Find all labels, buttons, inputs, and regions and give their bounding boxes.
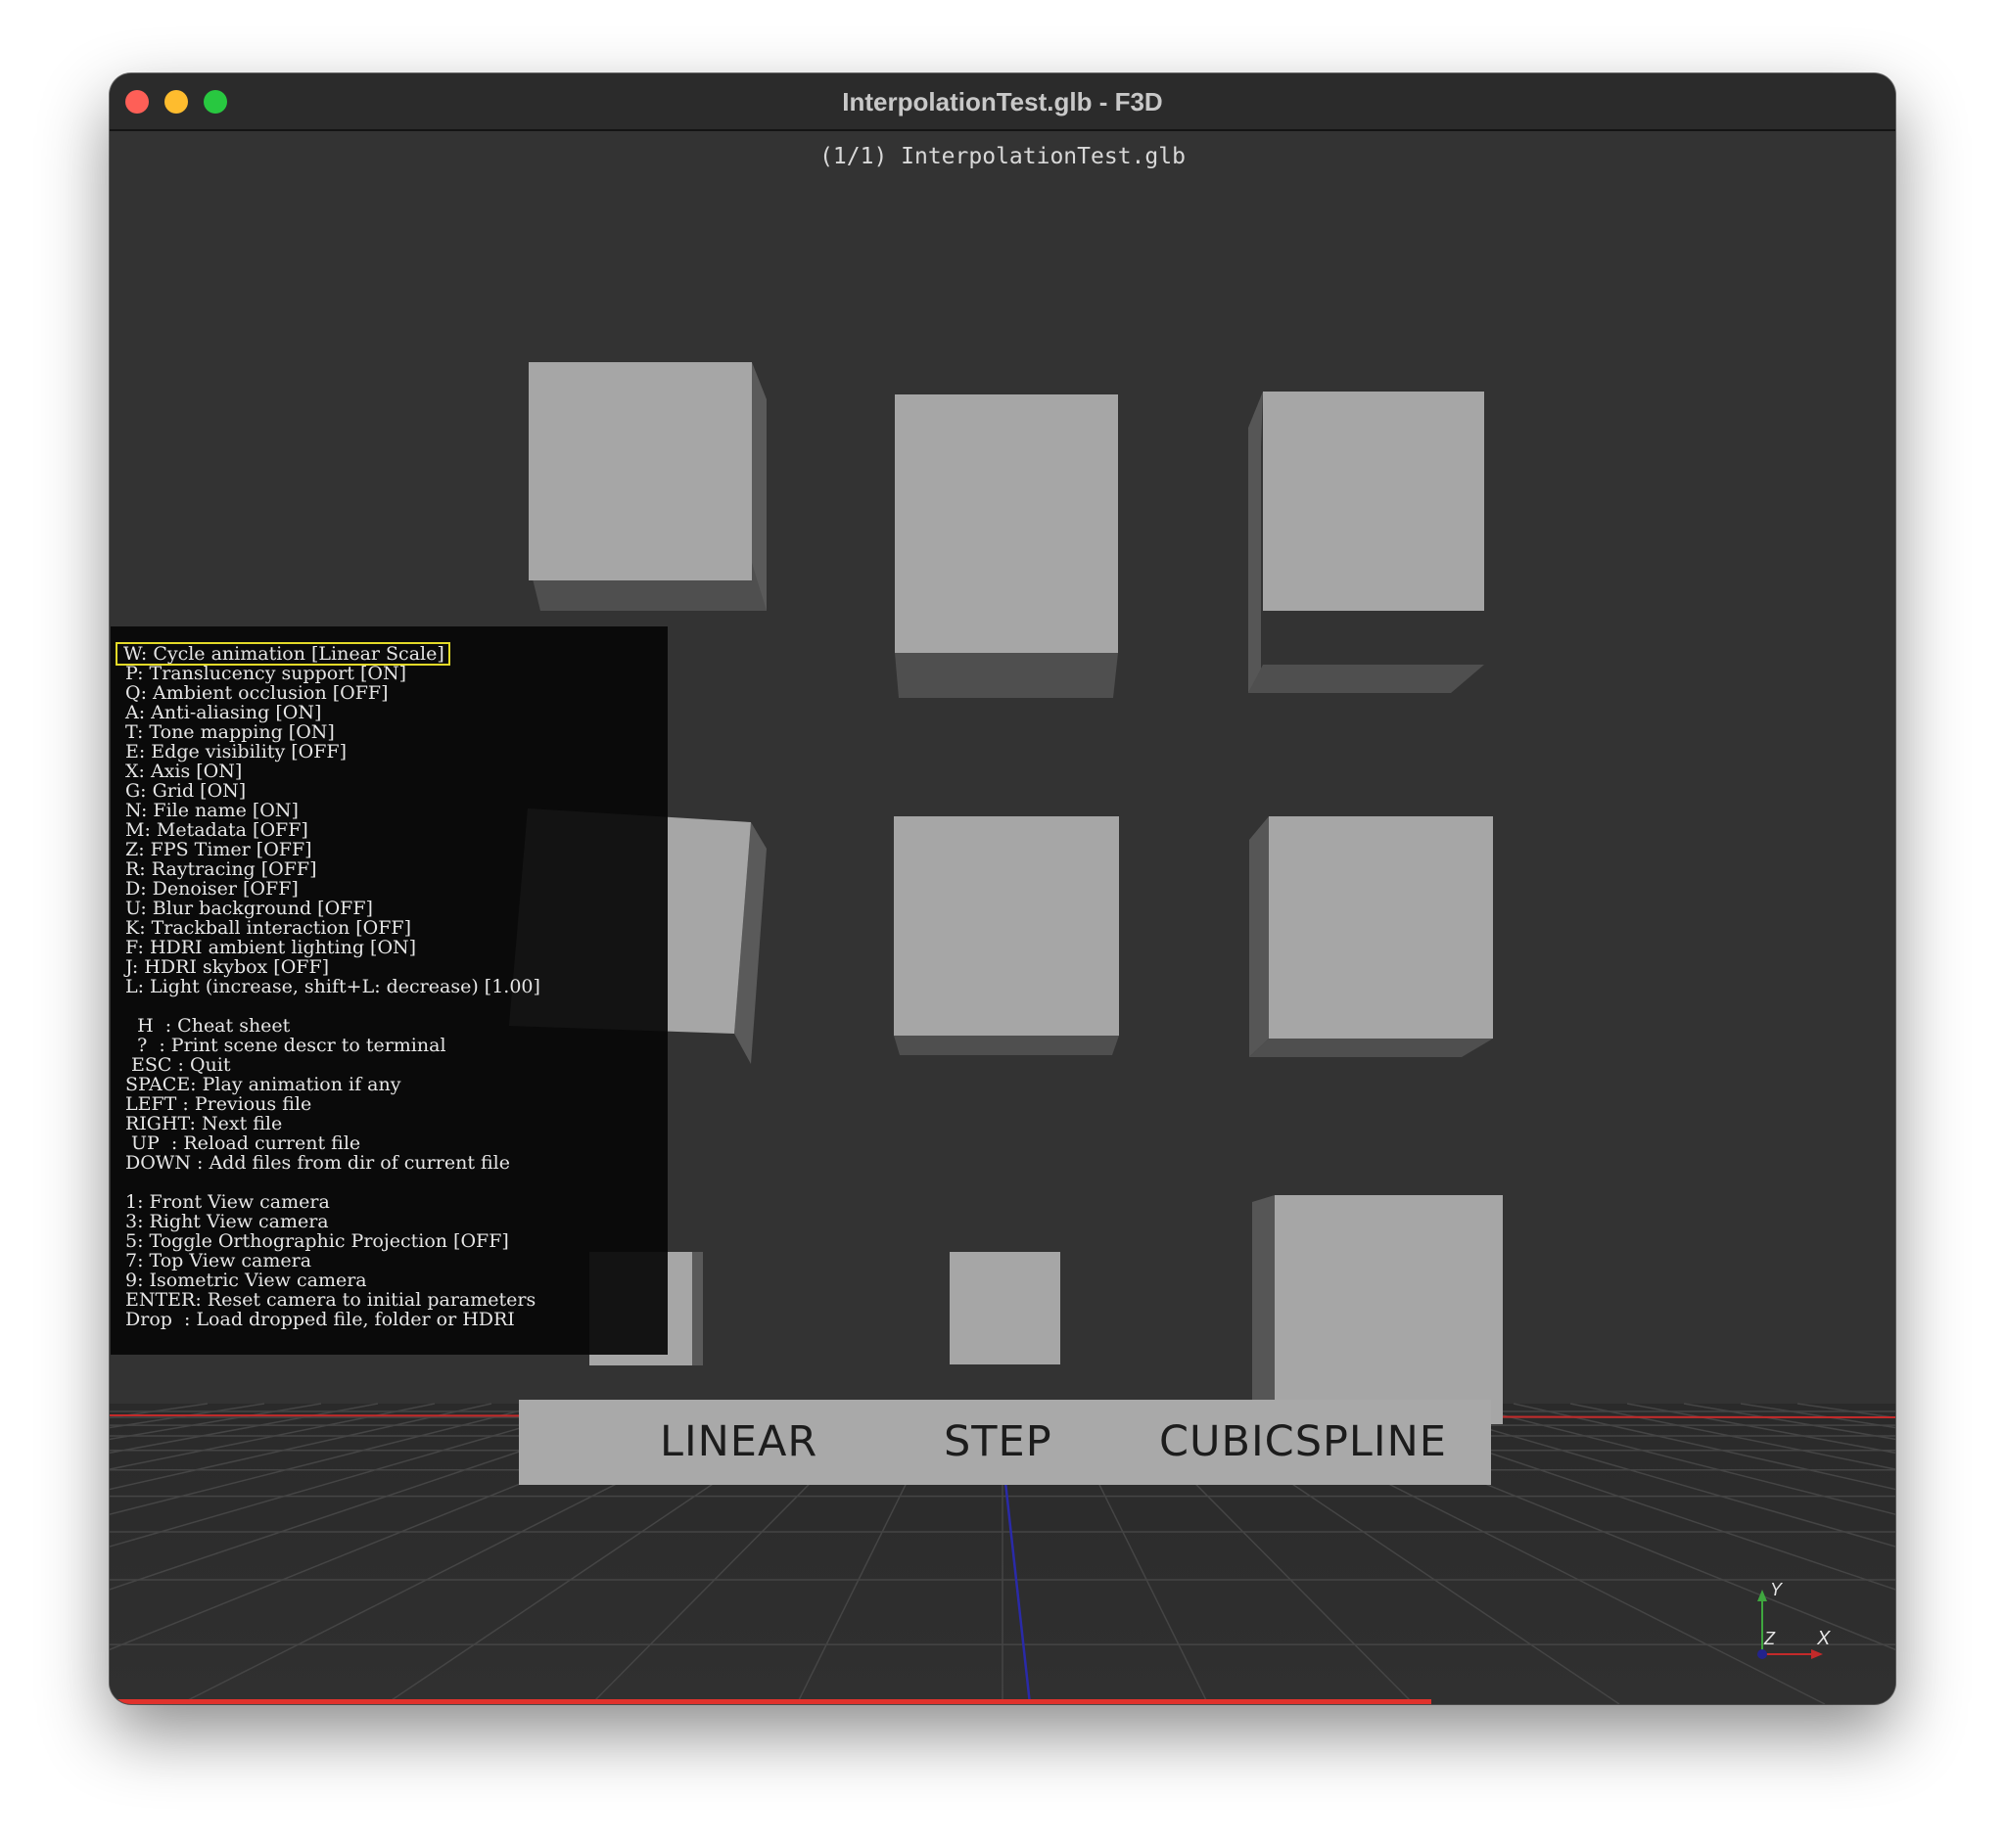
cheat-sheet-selected-option: W: Cycle animation [Linear Scale]	[116, 642, 450, 666]
cube-linear-scale	[529, 362, 767, 611]
title-bar[interactable]: InterpolationTest.glb - F3D	[110, 73, 1895, 131]
cheat-sheet-camera: 5: Toggle Orthographic Projection [OFF]	[125, 1230, 509, 1252]
cube-cubicspline-scale	[1248, 392, 1484, 693]
cube-step-translation	[950, 1252, 1060, 1364]
cheat-sheet-key: SPACE: Play animation if any	[125, 1074, 401, 1095]
interpolation-labels-panel: LINEAR STEP CUBICSPLINE	[519, 1400, 1491, 1485]
orientation-axes-widget: Y Z X	[1757, 1580, 1831, 1659]
3d-viewport[interactable]: (1/1) InterpolationTest.glb LINEAR STEP …	[110, 131, 1895, 1704]
label-step: STEP	[944, 1417, 1052, 1466]
file-name-overlay: (1/1) InterpolationTest.glb	[819, 144, 1186, 169]
x-axis-label: X	[1816, 1628, 1831, 1649]
cube-cubicspline-translation	[1252, 1195, 1503, 1424]
cheat-sheet-key: ESC : Quit	[125, 1054, 231, 1076]
cheat-sheet-option: L: Light (increase, shift+L: decrease) […	[125, 976, 540, 997]
cheat-sheet-key: DOWN : Add files from dir of current fil…	[125, 1152, 510, 1174]
cheat-sheet-panel: W: Cycle animation [Linear Scale] P: Tran…	[111, 626, 668, 1355]
cheat-sheet-camera: Drop : Load dropped file, folder or HDRI	[125, 1309, 515, 1330]
cheat-sheet-option: Q: Ambient occlusion [OFF]	[125, 682, 389, 704]
cheat-sheet-option: E: Edge visibility [OFF]	[125, 741, 347, 762]
cheat-sheet-option: R: Raytracing [OFF]	[125, 858, 317, 880]
cheat-sheet-option: X: Axis [ON]	[125, 761, 243, 782]
cheat-sheet-option: N: File name [ON]	[125, 800, 299, 821]
cheat-sheet-lines: W: Cycle animation [Linear Scale] P: Tran…	[116, 642, 540, 1330]
animation-progress-bar	[110, 1699, 1431, 1704]
cheat-sheet-camera: 7: Top View camera	[125, 1250, 312, 1271]
cheat-sheet-spacer	[125, 996, 540, 1016]
cheat-sheet-option: U: Blur background [OFF]	[125, 898, 373, 919]
cheat-sheet-option: A: Anti-aliasing [ON]	[125, 702, 322, 723]
cheat-sheet-option: K: Trackball interaction [OFF]	[125, 917, 411, 939]
cheat-sheet-option: J: HDRI skybox [OFF]	[125, 956, 330, 978]
cube-cubicspline-rotation	[1249, 816, 1493, 1057]
cheat-sheet-option: Z: FPS Timer [OFF]	[125, 839, 312, 860]
cheat-sheet-camera: 9: Isometric View camera	[125, 1270, 367, 1291]
cheat-sheet-camera: ENTER: Reset camera to initial parameter…	[125, 1289, 536, 1311]
label-cubicspline: CUBICSPLINE	[1159, 1417, 1447, 1466]
cube-step-rotation	[894, 816, 1119, 1055]
cheat-sheet-camera: 1: Front View camera	[125, 1191, 330, 1213]
cheat-sheet-key: RIGHT: Next file	[125, 1113, 283, 1134]
cheat-sheet-camera: 3: Right View camera	[125, 1211, 329, 1232]
cheat-sheet-option: T: Tone mapping [ON]	[125, 721, 335, 743]
y-axis-label: Y	[1770, 1580, 1784, 1599]
cube-step-scale	[895, 394, 1118, 698]
cheat-sheet-option: F: HDRI ambient lighting [ON]	[125, 937, 417, 958]
cheat-sheet-option: M: Metadata [OFF]	[125, 819, 308, 841]
cheat-sheet-option: G: Grid [ON]	[125, 780, 247, 802]
cheat-sheet-spacer	[125, 1173, 540, 1192]
cheat-sheet-option: P: Translucency support [ON]	[125, 663, 407, 684]
cheat-sheet-key: UP : Reload current file	[125, 1132, 361, 1154]
z-axis-icon	[1757, 1649, 1767, 1659]
z-axis-label: Z	[1763, 1629, 1776, 1648]
cheat-sheet-key: H : Cheat sheet	[125, 1015, 291, 1037]
label-linear: LINEAR	[660, 1417, 818, 1466]
window-title: InterpolationTest.glb - F3D	[842, 87, 1163, 116]
cheat-sheet-key: LEFT : Previous file	[125, 1093, 312, 1115]
f3d-window: InterpolationTest.glb - F3D (1/1) Interp…	[110, 73, 1895, 1704]
cheat-sheet-key: ? : Print scene descr to terminal	[125, 1035, 446, 1056]
cheat-sheet-option: D: Denoiser [OFF]	[125, 878, 299, 900]
